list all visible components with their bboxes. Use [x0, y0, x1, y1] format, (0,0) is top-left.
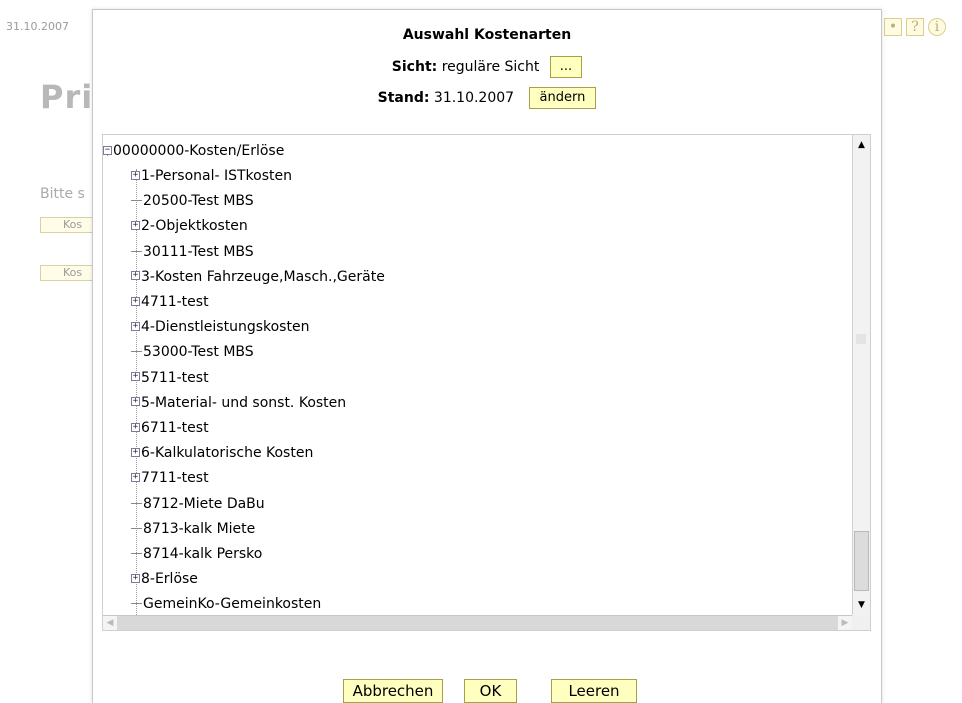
tree-viewport: −00000000-Kosten/Erlöse +1-Personal- IST… — [103, 135, 852, 615]
tree-node-label: 5-Material- und sonst. Kosten — [141, 394, 347, 411]
background-button-1: Kos — [40, 217, 100, 233]
sicht-select-button[interactable]: ... — [549, 56, 583, 78]
tree-leaf-connector — [131, 502, 142, 505]
tree-node[interactable]: +7711-test — [131, 466, 209, 491]
stand-row: Stand: 31.10.2007 ändern — [93, 87, 881, 109]
collapse-icon[interactable]: − — [103, 145, 112, 155]
tree-node[interactable]: 53000-Test MBS — [131, 340, 254, 365]
tree-node[interactable]: +4711-test — [131, 290, 209, 315]
tree-node-label: 20500-Test MBS — [143, 193, 254, 210]
scrollbar-thumb[interactable] — [854, 531, 869, 591]
bullet-icon: • — [884, 18, 902, 36]
tree-node[interactable]: +5711-test — [131, 366, 209, 391]
tree-node-label: 8-Erlöse — [141, 571, 198, 588]
sicht-row: Sicht: reguläre Sicht ... — [93, 56, 881, 78]
scrollbar-grip — [856, 334, 866, 344]
background-button-2: Kos — [40, 265, 100, 281]
tree-node[interactable]: +3-Kosten Fahrzeuge,Masch.,Geräte — [131, 265, 385, 290]
tree-node-label: 4-Dienstleistungskosten — [141, 319, 310, 336]
horizontal-scrollbar[interactable]: ◀ ▶ — [103, 615, 852, 630]
tree-node[interactable]: 8712-Miete DaBu — [131, 492, 265, 517]
tree-leaf-connector — [131, 553, 142, 555]
expand-icon[interactable]: + — [131, 321, 140, 331]
ok-button[interactable]: OK — [464, 679, 517, 703]
expand-icon[interactable]: + — [131, 422, 140, 432]
tree-node[interactable]: +5-Material- und sonst. Kosten — [131, 391, 346, 416]
tree-root-node[interactable]: −00000000-Kosten/Erlöse — [103, 139, 284, 164]
scrollbar-corner — [852, 615, 870, 630]
tree-node[interactable]: GemeinKo-Gemeinkosten — [131, 592, 321, 615]
sicht-label: Sicht: — [391, 59, 438, 75]
scroll-down-icon[interactable]: ▼ — [854, 598, 869, 613]
background-hint-text: Bitte s — [40, 186, 85, 202]
tree-node[interactable]: +8-Erlöse — [131, 567, 198, 592]
tree-node[interactable]: +6-Kalkulatorische Kosten — [131, 441, 313, 466]
tree-node[interactable]: +1-Personal- ISTkosten — [131, 164, 292, 189]
tree-node[interactable]: 30111-Test MBS — [131, 240, 254, 265]
stand-label: Stand: — [377, 90, 430, 106]
expand-icon[interactable]: + — [131, 472, 140, 482]
cancel-button[interactable]: Abbrechen — [343, 679, 443, 703]
expand-icon[interactable]: + — [131, 372, 140, 382]
tree-node-label: 2-Objektkosten — [141, 218, 248, 235]
scroll-up-icon[interactable]: ▲ — [854, 138, 869, 153]
expand-icon[interactable]: + — [131, 573, 140, 583]
kostenarten-tree: −00000000-Kosten/Erlöse +1-Personal- IST… — [102, 134, 871, 631]
scroll-left-icon[interactable]: ◀ — [103, 616, 117, 630]
tree-leaf-connector — [131, 603, 142, 605]
kostenarten-dialog: Auswahl Kostenarten Sicht: reguläre Sich… — [92, 9, 882, 703]
tree-node[interactable]: +2-Objektkosten — [131, 214, 248, 239]
expand-icon[interactable]: + — [131, 271, 140, 281]
tree-leaf-connector — [131, 200, 142, 202]
vertical-scrollbar[interactable]: ▲ ▼ — [852, 135, 870, 615]
info-icon: i — [928, 18, 946, 36]
expand-icon[interactable]: + — [131, 220, 140, 230]
expand-icon[interactable]: + — [131, 296, 140, 306]
tree-node-label: 8712-Miete DaBu — [143, 495, 265, 512]
tree-node[interactable]: 8713-kalk Miete — [131, 517, 255, 542]
background-toolbar-icons: • ? i — [884, 18, 946, 36]
sicht-value: reguläre Sicht — [441, 59, 540, 75]
tree-leaf-connector — [131, 250, 142, 253]
clear-button[interactable]: Leeren — [551, 679, 637, 703]
help-icon: ? — [906, 18, 924, 36]
tree-root-label: 00000000-Kosten/Erlöse — [113, 143, 285, 159]
stand-value: 31.10.2007 — [433, 90, 515, 106]
tree-node-label: 1-Personal- ISTkosten — [141, 168, 292, 184]
tree-node[interactable]: +4-Dienstleistungskosten — [131, 315, 309, 340]
tree-node-label: 6-Kalkulatorische Kosten — [141, 445, 314, 462]
tree-node-label: 6711-test — [141, 420, 209, 436]
tree-leaf-connector — [131, 351, 142, 353]
tree-node-label: 53000-Test MBS — [143, 344, 254, 361]
tree-leaf-connector — [131, 527, 142, 530]
tree-node-label: 4711-test — [141, 294, 209, 310]
tree-node[interactable]: 20500-Test MBS — [131, 189, 254, 214]
tree-node-label: 8713-kalk Miete — [143, 520, 256, 537]
stand-change-button[interactable]: ändern — [528, 87, 597, 109]
tree-node-label: 7711-test — [141, 470, 209, 487]
tree-node-label: GemeinKo-Gemeinkosten — [143, 596, 322, 613]
tree-node-label: 8714-kalk Persko — [143, 546, 263, 562]
scroll-right-icon[interactable]: ▶ — [838, 616, 852, 630]
tree-node-label: 5711-test — [141, 369, 209, 386]
expand-icon[interactable]: + — [131, 447, 140, 457]
tree-node-label: 30111-Test MBS — [143, 243, 254, 260]
tree-node[interactable]: +6711-test — [131, 416, 209, 441]
background-date: 31.10.2007 — [6, 20, 69, 33]
tree-node-label: 3-Kosten Fahrzeuge,Masch.,Geräte — [141, 268, 385, 285]
expand-icon[interactable]: + — [131, 170, 140, 180]
tree-node[interactable]: 8714-kalk Persko — [131, 542, 262, 567]
background-page-title: Pri — [40, 78, 94, 116]
expand-icon[interactable]: + — [131, 397, 140, 407]
dialog-title: Auswahl Kostenarten — [402, 27, 572, 43]
dialog-footer: Abbrechen OK Leeren — [93, 679, 881, 703]
